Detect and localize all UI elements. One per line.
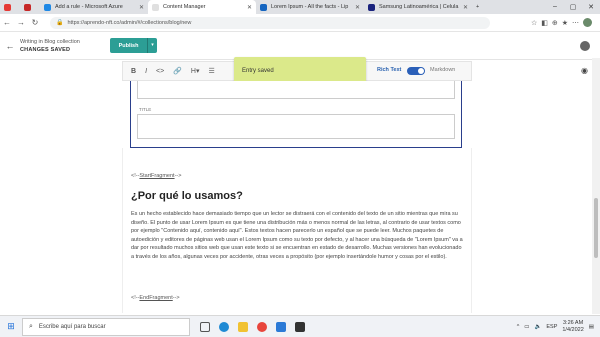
- editor-header: ← Writing in Blog collection CHANGES SAV…: [0, 32, 600, 60]
- heading-icon[interactable]: H▾: [191, 67, 200, 75]
- editor-widget: TITLE: [130, 81, 462, 148]
- system-tray: ^ ▭ 🔈 ESP 3:26 AM 1/4/2022 ▤: [517, 320, 600, 334]
- page-scrollbar[interactable]: [592, 58, 600, 314]
- toast-message: Entry saved: [242, 68, 274, 74]
- reload-icon[interactable]: ↻: [28, 18, 42, 27]
- tab-label: Lorem Ipsum - All the facts - Lip: [271, 4, 349, 10]
- edge-icon[interactable]: [219, 321, 229, 332]
- fragment-text: StartFragment: [139, 173, 175, 179]
- preview-eye-icon[interactable]: ◉: [581, 66, 588, 75]
- tab-lorem-ipsum[interactable]: Lorem Ipsum - All the facts - Lip ✕: [256, 0, 364, 14]
- tab-label: Samsung Latinoamérica | Celula: [379, 4, 459, 10]
- close-tab-icon[interactable]: ✕: [355, 4, 360, 11]
- fragment-suffix: -->: [172, 295, 180, 301]
- address-bar-row: ← → ↻ 🔒 https://aprendo-nft.co/admin/#/c…: [0, 14, 600, 32]
- clock-date: 1/4/2022: [562, 326, 584, 333]
- browser-toolbar-icons: ☆ ◧ ⊕ ★ ⋯: [531, 18, 600, 27]
- vscode-icon[interactable]: [276, 321, 286, 332]
- content-preview: <!--StartFragment--> ¿Por qué lo usamos?…: [122, 148, 472, 313]
- start-fragment: <!--StartFragment-->: [131, 173, 181, 179]
- language-indicator[interactable]: ESP: [546, 324, 557, 330]
- back-arrow-icon[interactable]: ←: [0, 41, 20, 51]
- markdown-label: Markdown: [430, 67, 456, 73]
- url-text: https://aprendo-nft.co/admin/#/collectio…: [67, 19, 192, 26]
- chrome-icon[interactable]: [257, 321, 267, 332]
- tab-samsung[interactable]: Samsung Latinoamérica | Celula ✕: [364, 0, 472, 14]
- rich-text-label: Rich Text: [377, 67, 402, 73]
- fragment-text: EndFragment: [139, 295, 173, 301]
- title-input[interactable]: [137, 114, 455, 139]
- windows-start-icon[interactable]: ⊞: [0, 321, 22, 332]
- end-fragment: <!--EndFragment-->: [131, 295, 180, 301]
- close-tab-icon[interactable]: ✕: [247, 4, 252, 11]
- tab-content-manager[interactable]: Content Manager ✕: [148, 0, 256, 14]
- close-tab-icon[interactable]: ✕: [463, 4, 468, 11]
- plus-icon: +: [476, 4, 480, 10]
- user-avatar-icon[interactable]: [580, 41, 590, 51]
- extension-icon[interactable]: ◧: [541, 19, 548, 27]
- minimize-icon[interactable]: –: [546, 3, 564, 11]
- tab-label: Content Manager: [163, 4, 206, 10]
- task-view-icon[interactable]: [200, 321, 210, 332]
- chevron-up-icon[interactable]: ^: [517, 324, 520, 330]
- link-icon[interactable]: 🔗: [173, 67, 182, 75]
- bulleted-list-icon[interactable]: ☰: [209, 67, 215, 75]
- close-window-icon[interactable]: ✕: [582, 3, 600, 11]
- menu-icon[interactable]: ⋯: [572, 19, 579, 27]
- chevron-down-icon[interactable]: ▾: [147, 38, 157, 53]
- publish-label: Publish: [118, 42, 139, 49]
- tab-favicon-icon: [152, 3, 159, 11]
- taskbar-apps: [200, 321, 305, 332]
- search-icon: ⌕: [29, 322, 33, 330]
- close-tab-icon[interactable]: ✕: [139, 4, 144, 11]
- tab-favicon-icon: [24, 3, 31, 11]
- taskbar: ⊞ ⌕ Escribe aquí para buscar ^ ▭ 🔈 ESP 3…: [0, 315, 600, 337]
- lipsum-favicon-icon: [260, 3, 267, 11]
- back-icon[interactable]: ←: [0, 18, 14, 27]
- tab-azure[interactable]: Add a rule - Microsoft Azure ✕: [40, 0, 148, 14]
- content-heading: ¿Por qué lo usamos?: [131, 190, 243, 202]
- bold-icon[interactable]: B: [131, 68, 136, 75]
- code-icon[interactable]: <>: [156, 68, 164, 75]
- clock-time: 3:26 AM: [562, 319, 584, 326]
- search-placeholder: Escribe aquí para buscar: [38, 323, 106, 330]
- notifications-icon[interactable]: ▤: [589, 324, 594, 330]
- new-tab-button[interactable]: +: [472, 0, 486, 14]
- save-status: CHANGES SAVED: [20, 46, 71, 53]
- browser-tab-strip: Add a rule - Microsoft Azure ✕ Content M…: [0, 0, 600, 14]
- publish-button[interactable]: Publish ▾: [110, 38, 157, 53]
- collections-icon[interactable]: ⊕: [552, 19, 558, 27]
- italic-icon[interactable]: I: [145, 68, 147, 75]
- azure-favicon-icon: [44, 3, 51, 11]
- lock-icon: 🔒: [56, 20, 64, 26]
- tab-favicon-icon: [4, 3, 11, 11]
- scrollbar-thumb[interactable]: [594, 198, 598, 258]
- file-explorer-icon[interactable]: [238, 321, 248, 332]
- tab-1[interactable]: [0, 0, 20, 14]
- tab-2[interactable]: [20, 0, 40, 14]
- widget-field[interactable]: [137, 81, 455, 99]
- tab-label: Add a rule - Microsoft Azure: [55, 4, 123, 10]
- taskbar-search[interactable]: ⌕ Escribe aquí para buscar: [22, 317, 190, 336]
- window-controls: – ▢ ✕: [546, 3, 600, 11]
- favorites-icon[interactable]: ★: [562, 19, 568, 27]
- breadcrumb: Writing in Blog collection CHANGES SAVED: [20, 38, 80, 54]
- volume-icon[interactable]: 🔈: [535, 324, 542, 330]
- terminal-icon[interactable]: [295, 321, 305, 332]
- star-icon[interactable]: ☆: [531, 19, 537, 27]
- collection-title: Writing in Blog collection: [20, 38, 80, 45]
- fragment-suffix: -->: [174, 173, 182, 179]
- clock[interactable]: 3:26 AM 1/4/2022: [562, 320, 583, 334]
- url-field[interactable]: 🔒 https://aprendo-nft.co/admin/#/collect…: [50, 16, 490, 29]
- forward-icon[interactable]: →: [14, 18, 28, 27]
- title-field-label: TITLE: [139, 107, 152, 112]
- content-paragraph: Es un hecho establecido hace demasiado t…: [131, 211, 463, 260]
- editor-mode-toggle[interactable]: [407, 67, 425, 75]
- profile-avatar[interactable]: [583, 18, 592, 27]
- maximize-icon[interactable]: ▢: [564, 3, 582, 11]
- samsung-favicon-icon: [368, 3, 375, 11]
- network-icon[interactable]: ▭: [524, 324, 529, 330]
